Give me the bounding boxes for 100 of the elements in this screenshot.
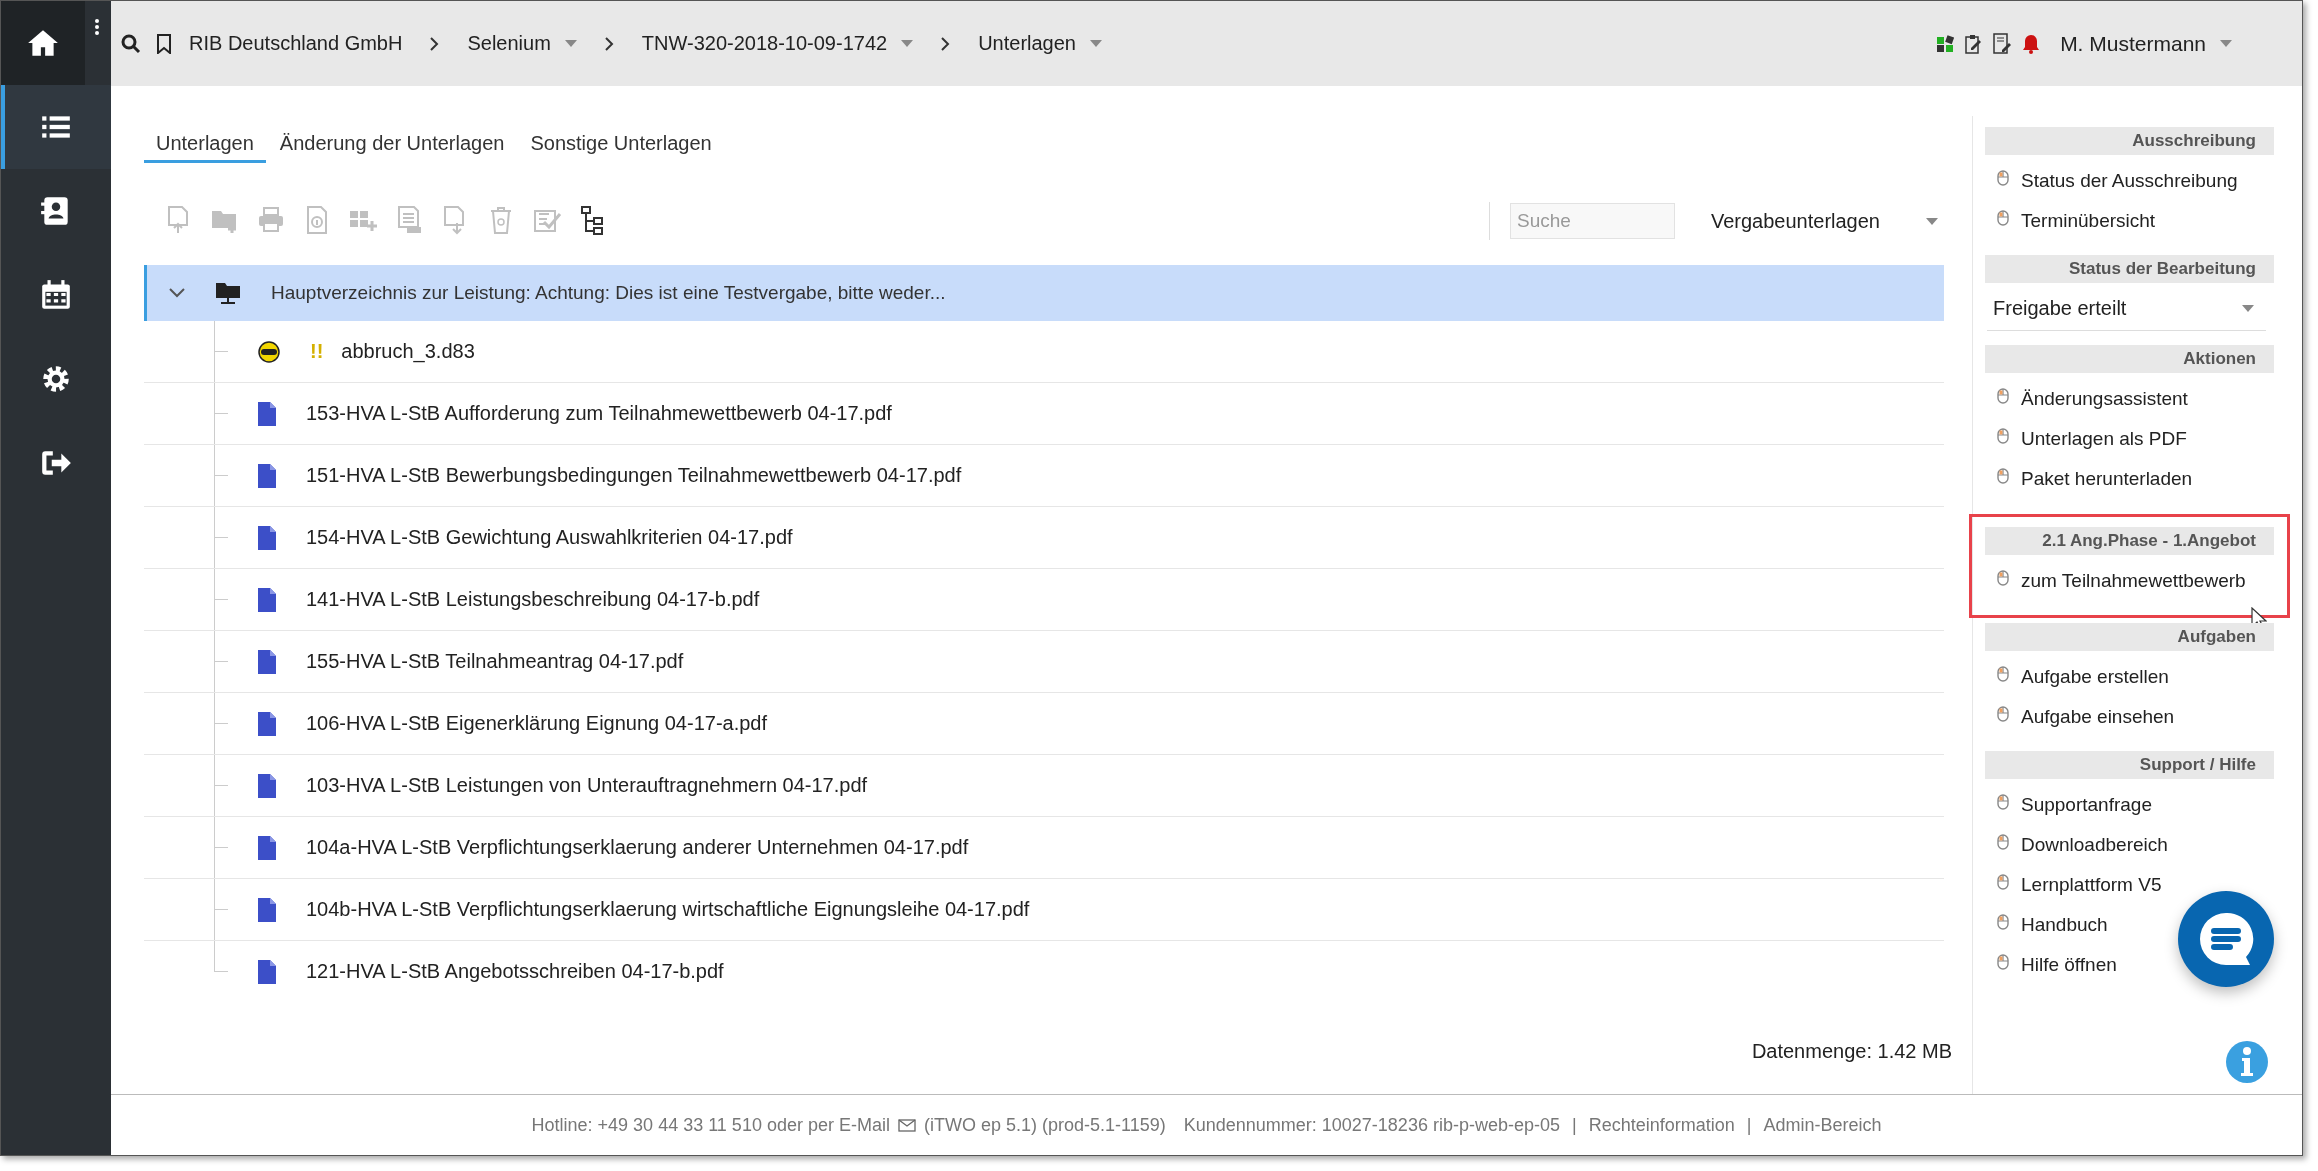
file-row[interactable]: !! abbruch_3.d83 (144, 321, 1944, 383)
pdf-file-icon (258, 649, 276, 674)
search-icon[interactable] (121, 33, 141, 54)
caret-icon (1926, 217, 1938, 225)
mouse-icon (1997, 210, 2009, 226)
file-row[interactable]: 151-HVA L-StB Bewerbungsbedingungen Teilnahmewettbewerb 04-17.pdf (144, 445, 1944, 507)
mouse-icon (1997, 874, 2009, 890)
pdf-file-icon (258, 835, 276, 860)
file-row[interactable]: 104b-HVA L-StB Verpflichtungserklaerung wirtschaftliche Eignungsleihe 04-17.pdf (144, 879, 1944, 941)
panel-link[interactable]: zum Teilnahmewettbewerb (1985, 561, 2246, 601)
panel-link[interactable]: Handbuch (1985, 905, 2108, 945)
mouse-icon (1997, 706, 2009, 722)
panel-link[interactable]: Änderungsassistent (1985, 379, 2188, 419)
chat-button[interactable] (2178, 891, 2274, 987)
pdf-file-icon (258, 463, 276, 488)
breadcrumb-item[interactable]: Selenium (467, 32, 577, 55)
tab[interactable]: Unterlagen (144, 126, 266, 163)
mouse-icon (1997, 428, 2009, 444)
chevron-icon (430, 36, 440, 51)
mouse-icon (1997, 666, 2009, 682)
file-name: 106-HVA L-StB Eigenerklärung Eignung 04-17-a.pdf (306, 712, 768, 735)
chevron-icon (169, 288, 185, 298)
separator: | (1746, 1114, 1752, 1136)
panel-link[interactable]: Hilfe öffnen (1985, 945, 2117, 985)
hotline-text: Hotline: +49 30 44 33 11 510 oder per E-Mail (531, 1114, 890, 1136)
envelope-icon[interactable] (897, 1118, 916, 1132)
file-row[interactable]: 141-HVA L-StB Leistungsbeschreibung 04-17-b.pdf (144, 569, 1944, 631)
pdf-file-icon (258, 711, 276, 736)
more-icon[interactable] (95, 19, 99, 35)
section-header: Ausschreibung (1985, 127, 2274, 155)
mouse-icon (1997, 954, 2009, 970)
panel-link[interactable]: Downloadbereich (1985, 825, 2168, 865)
pdf-file-icon (258, 897, 276, 922)
file-row[interactable]: 103-HVA L-StB Leistungen von Unterauftragnehmern 04-17.pdf (144, 755, 1944, 817)
caret-icon (2220, 40, 2232, 47)
breadcrumb-item[interactable]: RIB Deutschland GmbH (189, 32, 403, 55)
mouse-icon (1997, 914, 2009, 930)
file-row[interactable]: 106-HVA L-StB Eigenerklärung Eignung 04-17-a.pdf (144, 693, 1944, 755)
sidebar-item[interactable] (1, 85, 111, 169)
file-name: 154-HVA L-StB Gewichtung Auswahlkriterien 04-17.pdf (306, 526, 793, 549)
tree-root-label: Hauptverzeichnis zur Leistung: Achtung: Dies ist eine Testvergabe, bitte weder... (271, 282, 946, 304)
file-row[interactable]: 154-HVA L-StB Gewichtung Auswahlkriterien 04-17.pdf (144, 507, 1944, 569)
section-header: 2.1 Ang.Phase - 1.Angebot (1985, 527, 2274, 555)
file-row[interactable]: 155-HVA L-StB Teilnahmeantrag 04-17.pdf (144, 631, 1944, 693)
clipboard-edit-icon[interactable] (1964, 33, 1983, 54)
mouse-icon (1997, 468, 2009, 484)
network-folder-icon (215, 281, 241, 305)
info-button[interactable] (2226, 1041, 2268, 1083)
breadcrumb-item[interactable]: TNW-320-2018-10-09-1742 (641, 32, 914, 55)
data-size: Datenmenge: 1.42 MB (1751, 1040, 1952, 1062)
printer-icon (256, 204, 286, 235)
apps-icon[interactable] (1936, 34, 1955, 53)
panel-link[interactable]: Paket herunterladen (1985, 459, 2193, 499)
mouse-icon (1997, 388, 2009, 404)
caret-icon (901, 40, 914, 47)
file-name: 155-HVA L-StB Teilnahmeantrag 04-17.pdf (306, 650, 684, 673)
file-name: 153-HVA L-StB Aufforderung zum Teilnahmewettbewerb 04-17.pdf (306, 402, 892, 425)
customer-number: Kundennummer: 10027-18236 rib-p-web-ep-05 (1183, 1114, 1560, 1136)
bookmark-icon[interactable] (157, 33, 171, 54)
mouse-icon (1997, 794, 2009, 810)
search-field[interactable]: Suche (1509, 203, 1675, 239)
file-name: 104b-HVA L-StB Verpflichtungserklaerung wirtschaftliche Eignungsleihe 04-17.pdf (306, 898, 1030, 921)
section-header: Aktionen (1985, 345, 2274, 373)
notebook-edit-icon[interactable] (1992, 32, 2013, 55)
calendar-icon (39, 278, 73, 312)
file-row[interactable]: 104a-HVA L-StB Verpflichtungserklaerung anderer Unternehmen 04-17.pdf (144, 817, 1944, 879)
file-name: 151-HVA L-StB Bewerbungsbedingungen Teilnahmewettbewerb 04-17.pdf (306, 464, 962, 487)
panel-link[interactable]: Lernplattform V5 (1985, 865, 2162, 905)
panel-link[interactable]: Status der Ausschreibung (1985, 161, 2238, 201)
footer-link[interactable]: Rechteinformation (1588, 1114, 1735, 1136)
file-name: 121-HVA L-StB Angebotsschreiben 04-17-b.pdf (306, 960, 724, 983)
caret-icon (2242, 305, 2254, 312)
tree-root-row[interactable]: Hauptverzeichnis zur Leistung: Achtung: Dies ist eine Testvergabe, bitte weder... (144, 265, 1944, 321)
pdf-file-icon (258, 525, 276, 550)
panel-link[interactable]: Supportanfrage (1985, 785, 2152, 825)
mouse-icon (1997, 834, 2009, 850)
file-name: abbruch_3.d83 (341, 340, 475, 363)
chevron-icon (941, 36, 951, 51)
user-menu[interactable]: M. Mustermann (2060, 31, 2232, 56)
mouse-icon (1997, 570, 2009, 586)
breadcrumb-item[interactable]: Unterlagen (978, 32, 1102, 55)
file-name: 104a-HVA L-StB Verpflichtungserklaerung anderer Unternehmen 04-17.pdf (306, 836, 969, 859)
panel-link[interactable]: Unterlagen als PDF (1985, 419, 2187, 459)
status-select[interactable]: Freigabe erteilt (1987, 289, 2266, 331)
file-row[interactable]: 153-HVA L-StB Aufforderung zum Teilnahmewettbewerb 04-17.pdf (144, 383, 1944, 445)
sidebar-item[interactable] (1, 1, 85, 85)
pdf-file-icon (258, 959, 276, 984)
file-row[interactable]: 121-HVA L-StB Angebotsschreiben 04-17-b.pdf (144, 941, 1944, 1002)
panel-link[interactable]: Aufgabe erstellen (1985, 657, 2169, 697)
bell-icon[interactable] (2022, 33, 2041, 54)
separator: | (1571, 1114, 1577, 1136)
filter-dropdown[interactable]: Vergabeunterlagen (1704, 208, 1944, 234)
footer-link[interactable]: Admin-Bereich (1763, 1114, 1882, 1136)
tab[interactable]: Sonstige Unterlagen (518, 126, 724, 163)
section-header: Support / Hilfe (1985, 751, 2274, 779)
tab[interactable]: Änderung der Unterlagen (267, 126, 517, 163)
panel-link[interactable]: Terminübersicht (1985, 201, 2156, 241)
chevron-icon (604, 36, 614, 51)
panel-link[interactable]: Aufgabe einsehen (1985, 697, 2175, 737)
file-name: 141-HVA L-StB Leistungsbeschreibung 04-17-b.pdf (306, 588, 760, 611)
